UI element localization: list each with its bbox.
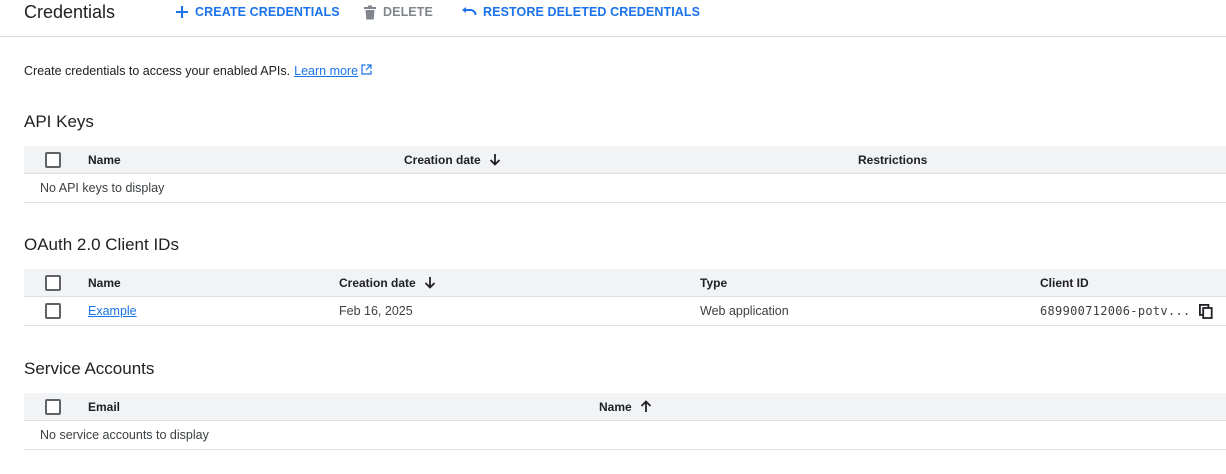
service-accounts-table: Email Name No service accounts to displa… [24,393,1226,450]
creation-date-cell: Feb 16, 2025 [339,304,413,318]
row-checkbox[interactable] [45,303,61,319]
column-header-name-label: Name [599,399,632,414]
column-header-name[interactable]: Name [599,393,652,420]
select-all-checkbox[interactable] [45,398,61,415]
copy-icon[interactable] [1199,304,1213,319]
column-header-type[interactable]: Type [700,269,727,296]
api-keys-table: Name Creation date Restrictions No API k… [24,146,1226,203]
oauth-client-ids-table: Name Creation date Type Client ID Exampl… [24,269,1226,326]
api-keys-title: API Keys [24,112,94,131]
restore-deleted-credentials-button[interactable]: RESTORE DELETED CREDENTIALS [461,3,700,21]
table-header: Name Creation date Type Client ID [24,269,1226,297]
client-name-link[interactable]: Example [88,304,137,318]
empty-message: No API keys to display [40,181,165,195]
select-all-checkbox[interactable] [45,151,61,168]
page-title: Credentials [24,2,116,22]
arrow-down-icon[interactable] [424,276,436,289]
type-cell: Web application [700,304,789,318]
create-credentials-button[interactable]: CREATE CREDENTIALS [175,3,340,21]
column-header-email[interactable]: Email [88,393,120,420]
table-row: No service accounts to display [24,421,1226,450]
undo-icon [462,7,477,16]
column-header-creation-date[interactable]: Creation date [404,146,501,173]
create-credentials-label: CREATE CREDENTIALS [195,5,340,19]
credentials-page: Credentials CREATE CREDENTIALS DELETE RE… [0,0,1226,474]
table-row: No API keys to display [24,174,1226,203]
service-accounts-title: Service Accounts [24,359,155,378]
intro-description: Create credentials to access your enable… [24,64,291,78]
column-header-client-id[interactable]: Client ID [1040,269,1089,296]
delete-button[interactable]: DELETE [363,3,433,21]
table-row: Example Feb 16, 2025 Web application 689… [24,297,1226,326]
client-id-cell: 689900712006-potv... [1040,304,1191,318]
oauth-client-ids-title: OAuth 2.0 Client IDs [24,235,179,254]
restore-deleted-label: RESTORE DELETED CREDENTIALS [483,5,701,19]
plus-icon [176,6,188,18]
column-header-name[interactable]: Name [88,146,121,173]
trash-icon [364,5,376,19]
select-all-checkbox[interactable] [45,274,61,291]
empty-message: No service accounts to display [40,428,209,442]
open-in-new-icon[interactable] [361,63,372,79]
table-header: Name Creation date Restrictions [24,146,1226,174]
intro-text: Create credentials to access your enable… [24,63,372,79]
column-header-restrictions[interactable]: Restrictions [858,146,927,173]
delete-label: DELETE [383,5,433,19]
column-header-creation-date-label: Creation date [339,275,416,290]
column-header-name[interactable]: Name [88,269,121,296]
column-header-creation-date-label: Creation date [404,152,481,167]
table-header: Email Name [24,393,1226,421]
arrow-up-icon[interactable] [640,400,652,413]
arrow-down-icon[interactable] [489,153,501,166]
learn-more-link[interactable]: Learn more [294,63,358,79]
toolbar: Credentials CREATE CREDENTIALS DELETE RE… [0,0,1226,37]
column-header-creation-date[interactable]: Creation date [339,269,436,296]
